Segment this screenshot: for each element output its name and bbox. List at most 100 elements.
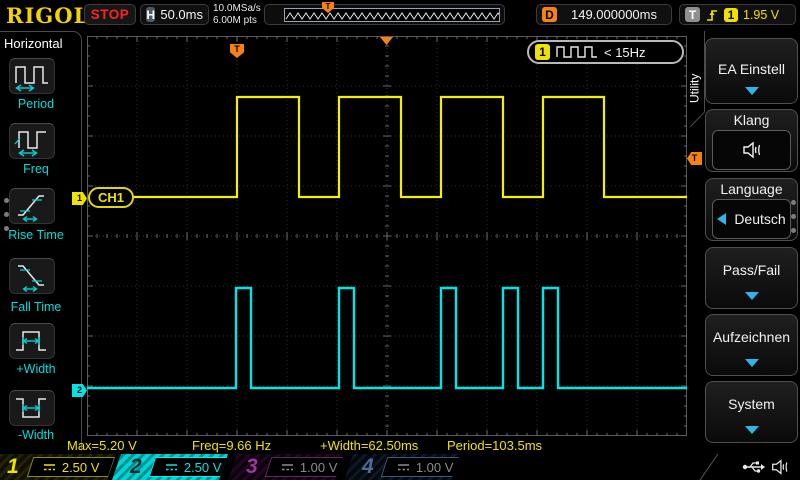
menu-button-label: Aufzeichnen <box>706 329 797 345</box>
speaker-status-icon <box>770 457 790 477</box>
left-menu-page-dot <box>4 212 9 217</box>
channel-status-bar: 1 2.50 V 2 2.50 V 3 <box>0 454 800 480</box>
trigger-readout: T 1 1.95 V <box>679 4 796 25</box>
frequency-counter: 1 < 15Hz <box>527 40 684 64</box>
channel-scale-box: 1.00 V <box>381 457 469 477</box>
channel-scale-value: 1.00 V <box>416 460 454 475</box>
chevron-down-icon <box>745 292 759 300</box>
rising-edge-icon <box>705 7 719 23</box>
measure-item-freq[interactable] <box>9 123 55 159</box>
channel-number: 2 <box>130 455 142 479</box>
channel-scale-value: 2.50 V <box>184 460 222 475</box>
period-icon <box>12 60 52 92</box>
language-select-button[interactable]: Deutsch <box>712 199 791 239</box>
status-bar-divider <box>698 454 724 480</box>
measure-item-rise-time-label: Rise Time <box>0 228 72 242</box>
memory-zigzag-wave <box>286 13 499 19</box>
dc-coupling-icon <box>43 462 56 472</box>
menu-button-label: System <box>706 396 797 412</box>
channel-scale-box: 1.00 V <box>265 457 353 477</box>
dc-coupling-icon <box>165 462 178 472</box>
right-menu-page-dot <box>791 200 796 205</box>
measure-item-minus-width-label: -Width <box>0 428 72 442</box>
horizontal-icon: H <box>146 7 155 22</box>
dc-coupling-icon <box>397 462 410 472</box>
menu-button-aufzeichnen[interactable]: Aufzeichnen <box>705 314 798 376</box>
measurement-pwidth: +Width=62.50ms <box>320 438 418 453</box>
chevron-left-icon <box>717 213 726 225</box>
waveform-display <box>87 36 687 436</box>
menu-button-label: Klang <box>706 112 797 128</box>
memory-waveform-preview <box>284 8 500 22</box>
freq-counter-value: < 15Hz <box>604 45 646 60</box>
measure-item-period-label: Period <box>0 97 72 111</box>
delay-readout: D 149.000000ms <box>536 4 672 25</box>
trigger-level-value: 1.95 V <box>743 8 779 22</box>
delay-value: 149.000000ms <box>571 7 657 22</box>
menu-button-pass-fail[interactable]: Pass/Fail <box>705 247 798 309</box>
channel-number: 4 <box>362 455 374 479</box>
channel-scale-box: 2.50 V <box>27 457 115 477</box>
measure-item-fall-time-label: Fall Time <box>0 300 72 314</box>
measure-item-period[interactable] <box>9 58 55 94</box>
sample-rate: 10.0MSa/s <box>213 3 261 15</box>
chevron-down-icon <box>745 359 759 367</box>
plus-width-icon <box>12 325 52 357</box>
measure-item-fall-time[interactable] <box>9 258 55 294</box>
fall-time-icon <box>12 260 52 292</box>
menu-button-label: Pass/Fail <box>706 262 797 278</box>
menu-button-label: Language <box>706 181 797 197</box>
channel-3-status[interactable]: 3 1.00 V <box>228 454 344 480</box>
speaker-icon <box>741 140 763 160</box>
chevron-down-icon <box>745 87 759 95</box>
timebase-value: 50.0ms <box>160 7 203 22</box>
ch1-ground-marker: 1 <box>72 192 87 205</box>
channel-2-status[interactable]: 2 2.50 V <box>112 454 228 480</box>
measure-item-plus-width-label: +Width <box>0 362 72 376</box>
trigger-source-badge: 1 <box>724 8 738 22</box>
menu-button-label: EA Einstell <box>706 61 797 77</box>
usb-icon <box>742 458 766 476</box>
channel-scale-value: 1.00 V <box>300 460 338 475</box>
ch1-trace-label: CH1 <box>88 187 134 208</box>
freq-counter-source-badge: 1 <box>535 44 550 60</box>
trigger-icon: T <box>685 7 700 22</box>
chevron-down-icon <box>745 426 759 434</box>
right-menu-page-dot <box>791 228 796 233</box>
channel-number: 3 <box>246 455 258 479</box>
rise-time-icon <box>12 190 52 222</box>
ch2-ground-marker: 2 <box>72 384 87 397</box>
right-menu-page-dot <box>791 214 796 219</box>
menu-button-ea-einstell[interactable]: EA Einstell <box>705 38 798 104</box>
measurement-freq: Freq=9.66 Hz <box>192 438 271 453</box>
delay-icon: D <box>542 7 557 22</box>
sound-toggle-button[interactable] <box>712 130 791 170</box>
left-menu-title: Horizontal <box>4 36 63 51</box>
square-wave-icon <box>556 45 598 59</box>
dc-coupling-icon <box>281 462 294 472</box>
channel-number: 1 <box>7 455 19 479</box>
measure-item-freq-label: Freq <box>0 162 72 176</box>
freq-icon <box>12 125 52 157</box>
memory-depth: 6.00M pts <box>213 15 261 27</box>
minus-width-icon <box>12 392 52 424</box>
channel-scale-box: 2.50 V <box>149 457 237 477</box>
menu-button-klang[interactable]: Klang <box>705 109 798 172</box>
measure-item-rise-time[interactable] <box>9 188 55 224</box>
left-menu-page-dot <box>4 198 9 203</box>
run-state-indicator: STOP <box>84 4 136 25</box>
channel-scale-value: 2.50 V <box>62 460 100 475</box>
measure-item-minus-width[interactable] <box>9 390 55 426</box>
menu-button-system[interactable]: System <box>705 381 798 443</box>
run-state-text: STOP <box>91 7 130 22</box>
menu-button-language[interactable]: Language Deutsch <box>705 178 798 241</box>
trigger-level-marker: T <box>687 152 702 165</box>
acquisition-readout: 10.0MSa/s 6.00M pts <box>213 3 261 27</box>
channel-1-status[interactable]: 1 2.50 V <box>0 454 116 480</box>
timebase-readout: H 50.0ms <box>140 4 209 25</box>
oscilloscope-screen: RIGOL STOP H 50.0ms 10.0MSa/s 6.00M pts … <box>0 0 800 480</box>
measure-item-plus-width[interactable] <box>9 323 55 359</box>
channel-4-status[interactable]: 4 1.00 V <box>344 454 460 480</box>
language-value: Deutsch <box>734 211 785 227</box>
waveform-grid <box>87 36 687 436</box>
